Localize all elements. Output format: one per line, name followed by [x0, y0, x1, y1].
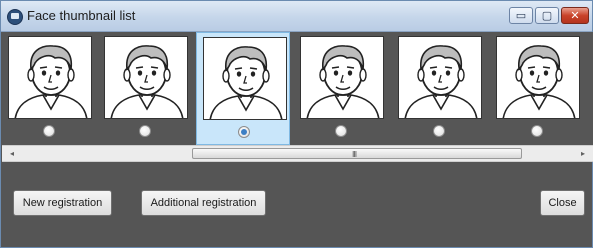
thumbnail-item-6[interactable] — [490, 32, 584, 145]
new-registration-button[interactable]: New registration — [13, 190, 112, 216]
thumbnail-radio[interactable] — [433, 125, 445, 137]
thumbnail-item-5[interactable] — [392, 32, 486, 145]
face-thumbnail-image[interactable] — [300, 36, 384, 119]
thumbnail-radio[interactable] — [139, 125, 151, 137]
face-thumbnail-image[interactable] — [8, 36, 92, 119]
thumbnail-strip — [2, 32, 593, 145]
face-thumbnail-image[interactable] — [496, 36, 580, 119]
scrollbar-grip: III — [352, 150, 357, 159]
thumbnail-item-3[interactable] — [196, 32, 290, 145]
thumbnail-radio[interactable] — [43, 125, 55, 137]
additional-registration-button[interactable]: Additional registration — [141, 190, 266, 216]
horizontal-scrollbar[interactable]: ◂ III ▸ — [2, 145, 593, 162]
thumbnail-item-2[interactable] — [98, 32, 192, 145]
face-thumbnail-image[interactable] — [203, 37, 287, 120]
face-thumbnail-image[interactable] — [104, 36, 188, 119]
window-title: Face thumbnail list — [27, 8, 136, 23]
maximize-button[interactable]: ▢ — [535, 7, 559, 24]
face-thumbnail-window: Face thumbnail list ▭ ▢ ✕ ◂ III ▸ New re… — [0, 0, 593, 248]
thumbnail-item-1[interactable] — [2, 32, 96, 145]
close-button[interactable]: Close — [540, 190, 585, 216]
close-window-button[interactable]: ✕ — [561, 7, 589, 24]
scroll-left-icon[interactable]: ◂ — [4, 146, 20, 161]
minimize-button[interactable]: ▭ — [509, 7, 533, 24]
thumbnail-radio[interactable] — [531, 125, 543, 137]
thumbnail-radio[interactable] — [238, 126, 250, 138]
thumbnail-item-4[interactable] — [294, 32, 388, 145]
title-bar[interactable]: Face thumbnail list ▭ ▢ ✕ — [1, 1, 592, 32]
scrollbar-thumb[interactable]: III — [192, 148, 522, 159]
thumbnail-radio[interactable] — [335, 125, 347, 137]
face-thumbnail-image[interactable] — [398, 36, 482, 119]
scroll-right-icon[interactable]: ▸ — [575, 146, 591, 161]
app-icon — [7, 9, 23, 25]
